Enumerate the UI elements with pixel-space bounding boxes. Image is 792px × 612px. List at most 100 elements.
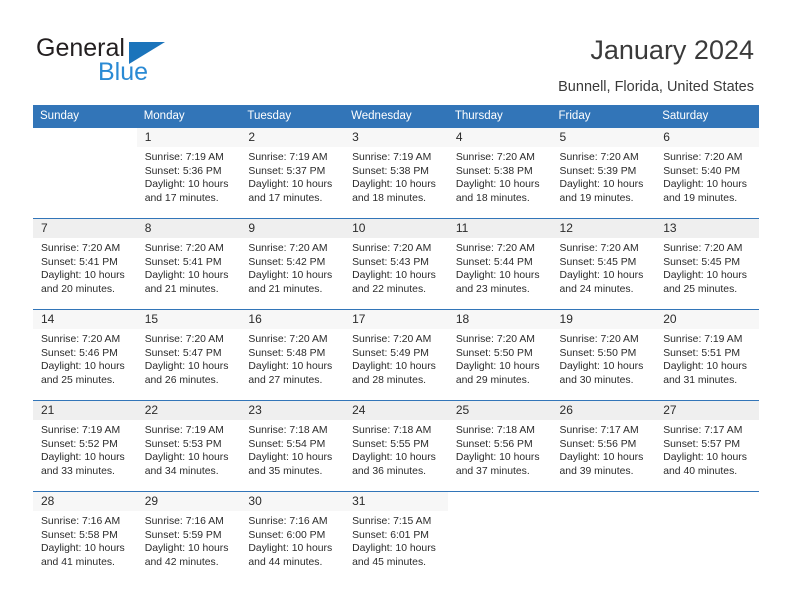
sunset-time: Sunset: 5:47 PM [144,347,222,359]
sunrise-time: Sunrise: 7:20 AM [41,243,121,254]
day-cell-content[interactable]: 20 Sunrise: 7:19 AM Sunset: 5:51 PM Dayligh… [655,310,759,400]
page-subtitle-location: Bunnell, Florida, United States [558,79,754,95]
weekday-header-monday: Monday [136,105,241,128]
sunrise-time: Sunrise: 7:19 AM [663,334,743,345]
day-cell-content[interactable]: 7 Sunrise: 7:20 AM Sunset: 5:41 PM Daylight… [33,219,137,309]
daylight-duration-line2: and 21 minutes. [144,283,219,295]
sunset-time: Sunset: 5:57 PM [663,438,741,450]
daylight-duration-line1: Daylight: 10 hours [248,452,333,464]
day-cell-content[interactable]: 4 Sunrise: 7:20 AM Sunset: 5:38 PM Daylight… [447,128,552,218]
day-cell-content[interactable]: 27 Sunrise: 7:17 AM Sunset: 5:57 PM Dayligh… [655,401,759,491]
sunrise-time: Sunrise: 7:20 AM [144,243,224,254]
calendar-day-cell: 5 Sunrise: 7:20 AM Sunset: 5:39 PM Daylight… [551,127,656,219]
day-cell-content[interactable]: 26 Sunrise: 7:17 AM Sunset: 5:56 PM Dayligh… [551,401,656,491]
sunrise-time: Sunrise: 7:19 AM [248,152,328,163]
day-number: 31 [344,492,448,511]
day-cell-content[interactable]: 18 Sunrise: 7:20 AM Sunset: 5:50 PM Dayligh… [447,310,552,400]
day-cell-content[interactable]: 15 Sunrise: 7:20 AM Sunset: 5:47 PM Dayligh… [136,310,241,400]
day-cell-content[interactable]: 10 Sunrise: 7:20 AM Sunset: 5:43 PM Dayligh… [344,219,448,309]
calendar-day-cell: 17 Sunrise: 7:20 AM Sunset: 5:49 PM Dayligh… [344,309,448,401]
sunrise-time: Sunrise: 7:19 AM [144,152,224,163]
day-cell-content[interactable]: 17 Sunrise: 7:20 AM Sunset: 5:49 PM Dayligh… [344,310,448,400]
day-cell-content[interactable]: 14 Sunrise: 7:20 AM Sunset: 5:46 PM Dayligh… [33,310,137,400]
day-cell-content[interactable]: 22 Sunrise: 7:19 AM Sunset: 5:53 PM Dayligh… [136,401,241,491]
sunset-time: Sunset: 6:01 PM [352,529,429,541]
daylight-duration-line2: and 23 minutes. [455,283,530,295]
day-sun-info: Sunrise: 7:20 AM Sunset: 5:49 PM Daylight:… [344,329,448,387]
daylight-duration-line2: and 31 minutes. [663,374,738,386]
day-cell-content[interactable]: 28 Sunrise: 7:16 AM Sunset: 5:58 PM Dayligh… [33,492,137,582]
calendar-week-row: 14 Sunrise: 7:20 AM Sunset: 5:46 PM Dayligh… [33,309,759,401]
daylight-duration-line2: and 30 minutes. [559,374,634,386]
day-cell-content[interactable]: 29 Sunrise: 7:16 AM Sunset: 5:59 PM Dayligh… [136,492,241,582]
sunrise-time: Sunrise: 7:15 AM [352,516,432,527]
daylight-duration-line1: Daylight: 10 hours [663,361,747,373]
daylight-duration-line2: and 19 minutes. [559,192,634,204]
day-number: 8 [136,219,241,238]
day-cell-content[interactable]: 23 Sunrise: 7:18 AM Sunset: 5:54 PM Dayligh… [240,401,345,491]
calendar-day-cell: 28 Sunrise: 7:16 AM Sunset: 5:58 PM Dayligh… [33,491,137,582]
day-number: 24 [344,401,448,420]
day-cell-content[interactable]: 11 Sunrise: 7:20 AM Sunset: 5:44 PM Dayligh… [447,219,552,309]
day-cell-content[interactable]: 2 Sunrise: 7:19 AM Sunset: 5:37 PM Daylight… [240,128,345,218]
calendar-day-cell: 3 Sunrise: 7:19 AM Sunset: 5:38 PM Daylight… [344,127,448,219]
day-sun-info: Sunrise: 7:19 AM Sunset: 5:37 PM Daylight:… [240,147,344,205]
sunset-time: Sunset: 5:38 PM [352,165,429,177]
day-cell-content[interactable]: 12 Sunrise: 7:20 AM Sunset: 5:45 PM Dayligh… [551,219,656,309]
day-number: 12 [551,219,656,238]
daylight-duration-line2: and 21 minutes. [248,283,323,295]
sunset-time: Sunset: 5:43 PM [352,256,429,268]
sunrise-time: Sunrise: 7:19 AM [352,152,432,163]
sunset-time: Sunset: 5:48 PM [248,347,326,359]
day-sun-info: Sunrise: 7:19 AM Sunset: 5:36 PM Daylight:… [137,147,241,205]
day-sun-info: Sunrise: 7:16 AM Sunset: 5:58 PM Daylight:… [33,511,137,569]
sunrise-time: Sunrise: 7:20 AM [663,243,743,254]
day-cell-content[interactable]: 3 Sunrise: 7:19 AM Sunset: 5:38 PM Daylight… [344,128,448,218]
daylight-duration-line2: and 20 minutes. [41,283,115,295]
day-cell-content[interactable]: 19 Sunrise: 7:20 AM Sunset: 5:50 PM Dayligh… [551,310,656,400]
daylight-duration-line1: Daylight: 10 hours [352,452,436,464]
daylight-duration-line1: Daylight: 10 hours [663,270,747,282]
daylight-duration-line1: Daylight: 10 hours [144,452,229,464]
day-cell-content[interactable]: 1 Sunrise: 7:19 AM Sunset: 5:36 PM Daylight… [136,128,241,218]
day-sun-info: Sunrise: 7:20 AM Sunset: 5:48 PM Daylight:… [240,329,344,387]
day-number: 20 [655,310,759,329]
daylight-duration-line1: Daylight: 10 hours [352,179,436,191]
sunset-time: Sunset: 5:56 PM [455,438,533,450]
day-cell-content[interactable]: 16 Sunrise: 7:20 AM Sunset: 5:48 PM Dayligh… [240,310,345,400]
day-number: 25 [447,401,552,420]
day-cell-content[interactable]: 25 Sunrise: 7:18 AM Sunset: 5:56 PM Dayligh… [447,401,552,491]
daylight-duration-line1: Daylight: 10 hours [559,270,644,282]
day-cell-content[interactable]: 8 Sunrise: 7:20 AM Sunset: 5:41 PM Daylight… [136,219,241,309]
day-sun-info: Sunrise: 7:18 AM Sunset: 5:55 PM Daylight:… [344,420,448,478]
day-cell-content[interactable]: 6 Sunrise: 7:20 AM Sunset: 5:40 PM Daylight… [655,128,759,218]
day-cell-content[interactable]: 31 Sunrise: 7:15 AM Sunset: 6:01 PM Dayligh… [344,492,448,582]
sunset-time: Sunset: 5:41 PM [41,256,118,268]
day-number: 5 [551,128,656,147]
calendar-day-cell: 14 Sunrise: 7:20 AM Sunset: 5:46 PM Dayligh… [33,309,137,401]
daylight-duration-line2: and 36 minutes. [352,465,427,477]
sunset-time: Sunset: 5:51 PM [663,347,741,359]
day-cell-content[interactable]: 21 Sunrise: 7:19 AM Sunset: 5:52 PM Dayligh… [33,401,137,491]
empty-cell-filler [448,492,552,582]
day-cell-content[interactable]: 24 Sunrise: 7:18 AM Sunset: 5:55 PM Dayligh… [344,401,448,491]
daylight-duration-line1: Daylight: 10 hours [559,179,644,191]
day-sun-info: Sunrise: 7:16 AM Sunset: 6:00 PM Daylight:… [240,511,344,569]
day-cell-content[interactable]: 9 Sunrise: 7:20 AM Sunset: 5:42 PM Daylight… [240,219,345,309]
daylight-duration-line2: and 35 minutes. [248,465,323,477]
calendar-header-row: Sunday Monday Tuesday Wednesday Thursday… [33,105,759,128]
day-cell-content[interactable]: 13 Sunrise: 7:20 AM Sunset: 5:45 PM Dayligh… [655,219,759,309]
daylight-duration-line1: Daylight: 10 hours [455,361,540,373]
day-number: 10 [344,219,448,238]
sunrise-time: Sunrise: 7:16 AM [144,516,224,527]
day-cell-content[interactable]: 30 Sunrise: 7:16 AM Sunset: 6:00 PM Dayligh… [240,492,345,582]
day-cell-content[interactable]: 5 Sunrise: 7:20 AM Sunset: 5:39 PM Daylight… [551,128,656,218]
day-sun-info: Sunrise: 7:20 AM Sunset: 5:44 PM Daylight:… [448,238,552,296]
day-sun-info: Sunrise: 7:20 AM Sunset: 5:42 PM Daylight:… [240,238,344,296]
calendar-day-cell: 7 Sunrise: 7:20 AM Sunset: 5:41 PM Daylight… [33,218,137,310]
calendar-day-cell: 15 Sunrise: 7:20 AM Sunset: 5:47 PM Dayligh… [136,309,241,401]
daylight-duration-line2: and 17 minutes. [248,192,323,204]
daylight-duration-line1: Daylight: 10 hours [41,543,125,555]
daylight-duration-line2: and 25 minutes. [41,374,115,386]
calendar-day-cell: 20 Sunrise: 7:19 AM Sunset: 5:51 PM Dayligh… [655,309,759,401]
